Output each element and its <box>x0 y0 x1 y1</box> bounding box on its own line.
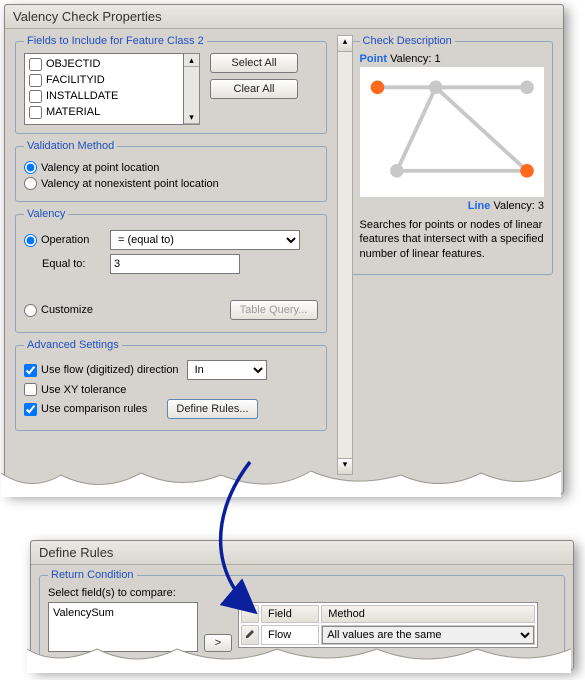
grid-corner <box>241 605 259 623</box>
cell-field[interactable]: Flow <box>261 625 319 645</box>
field-label: OBJECTID <box>46 58 100 70</box>
field-checkbox-facilityid[interactable] <box>29 74 42 87</box>
fields-listbox[interactable]: OBJECTID FACILITYID INSTALLDATE MATERIAL <box>24 53 184 125</box>
scroll-up-icon[interactable]: ▴ <box>338 36 352 52</box>
flow-direction-select[interactable]: In <box>187 360 267 380</box>
list-item[interactable]: ValencySum <box>51 605 195 621</box>
define-rules-window: Define Rules Return Condition Select fie… <box>30 540 574 670</box>
define-rules-title: Define Rules <box>31 541 573 565</box>
radio-nonexistent-label: Valency at nonexistent point location <box>41 178 219 190</box>
check-description-legend: Check Description <box>360 35 455 47</box>
method-select[interactable]: All values are the same <box>322 626 534 644</box>
use-comparison-label: Use comparison rules <box>41 403 147 415</box>
point-valency-value: Valency: 1 <box>390 53 441 65</box>
radio-operation[interactable] <box>24 234 37 247</box>
listbox-scrollbar[interactable]: ▴ ▾ <box>184 53 200 125</box>
use-xy-label: Use XY tolerance <box>41 384 126 396</box>
field-checkbox-installdate[interactable] <box>29 90 42 103</box>
operation-select[interactable]: = (equal to) <box>110 230 300 250</box>
table-row[interactable]: Flow All values are the same <box>241 625 535 645</box>
equal-to-input[interactable] <box>110 254 240 274</box>
advanced-settings-group: Advanced Settings Use flow (digitized) d… <box>15 339 327 431</box>
cell-method[interactable]: All values are the same <box>321 625 535 645</box>
valency-diagram <box>360 67 544 197</box>
point-label: Point <box>360 53 388 65</box>
field-label: INSTALLDATE <box>46 90 118 102</box>
valency-legend: Valency <box>24 208 68 220</box>
torn-edge-icon <box>1 467 561 497</box>
window-title: Valency Check Properties <box>5 5 563 29</box>
validation-method-legend: Validation Method <box>24 140 117 152</box>
radio-point-input[interactable] <box>24 161 37 174</box>
field-checkbox-material[interactable] <box>29 106 42 119</box>
scroll-down-icon[interactable]: ▾ <box>184 111 199 124</box>
radio-customize[interactable] <box>24 304 37 317</box>
advanced-legend: Advanced Settings <box>24 339 122 351</box>
field-label: MATERIAL <box>46 106 100 118</box>
checkbox-use-xy[interactable] <box>24 383 37 396</box>
select-fields-label: Select field(s) to compare: <box>48 587 556 599</box>
field-checkbox-objectid[interactable] <box>29 58 42 71</box>
validation-method-group: Validation Method Valency at point locat… <box>15 140 327 202</box>
valency-group: Valency Operation = (equal to) Equal to: <box>15 208 327 333</box>
torn-edge-icon <box>27 643 571 673</box>
valency-check-window: Valency Check Properties Fields to Inclu… <box>4 4 564 494</box>
use-flow-label: Use flow (digitized) direction <box>41 364 179 376</box>
field-label: FACILITYID <box>46 74 105 86</box>
check-description-group: Check Description Point Valency: 1 <box>351 35 553 275</box>
operation-label: Operation <box>41 234 89 246</box>
rules-grid[interactable]: Field Method Flow All values are the sam… <box>238 602 538 648</box>
panel-scrollbar[interactable]: ▴ ▾ <box>337 35 353 475</box>
fields-include-group: Fields to Include for Feature Class 2 OB… <box>15 35 327 134</box>
radio-nonexistent-input[interactable] <box>24 177 37 190</box>
list-item[interactable]: MATERIAL <box>27 104 181 120</box>
radio-valency-nonexistent[interactable]: Valency at nonexistent point location <box>24 177 318 190</box>
col-method-header[interactable]: Method <box>321 605 535 623</box>
return-condition-legend: Return Condition <box>48 569 137 581</box>
equal-to-label: Equal to: <box>24 258 104 270</box>
customize-label: Customize <box>41 304 93 316</box>
row-edit-indicator[interactable] <box>241 625 259 645</box>
define-rules-button[interactable]: Define Rules... <box>167 399 257 419</box>
description-text: Searches for points or nodes of linear f… <box>360 218 544 261</box>
select-all-button[interactable]: Select All <box>210 53 298 73</box>
radio-valency-point[interactable]: Valency at point location <box>24 161 318 174</box>
list-item[interactable]: OBJECTID <box>27 56 181 72</box>
line-valency-value: Valency: 3 <box>493 200 544 212</box>
line-label: Line <box>468 200 491 212</box>
checkbox-use-flow[interactable] <box>24 364 37 377</box>
fields-include-legend: Fields to Include for Feature Class 2 <box>24 35 207 47</box>
col-field-header[interactable]: Field <box>261 605 319 623</box>
scroll-up-icon[interactable]: ▴ <box>184 54 199 67</box>
available-field-label: ValencySum <box>53 607 114 619</box>
table-query-button: Table Query... <box>230 300 318 320</box>
pencil-icon <box>245 629 255 639</box>
list-item[interactable]: FACILITYID <box>27 72 181 88</box>
clear-all-button[interactable]: Clear All <box>210 79 298 99</box>
radio-point-label: Valency at point location <box>41 162 159 174</box>
list-item[interactable]: INSTALLDATE <box>27 88 181 104</box>
checkbox-use-comparison[interactable] <box>24 403 37 416</box>
